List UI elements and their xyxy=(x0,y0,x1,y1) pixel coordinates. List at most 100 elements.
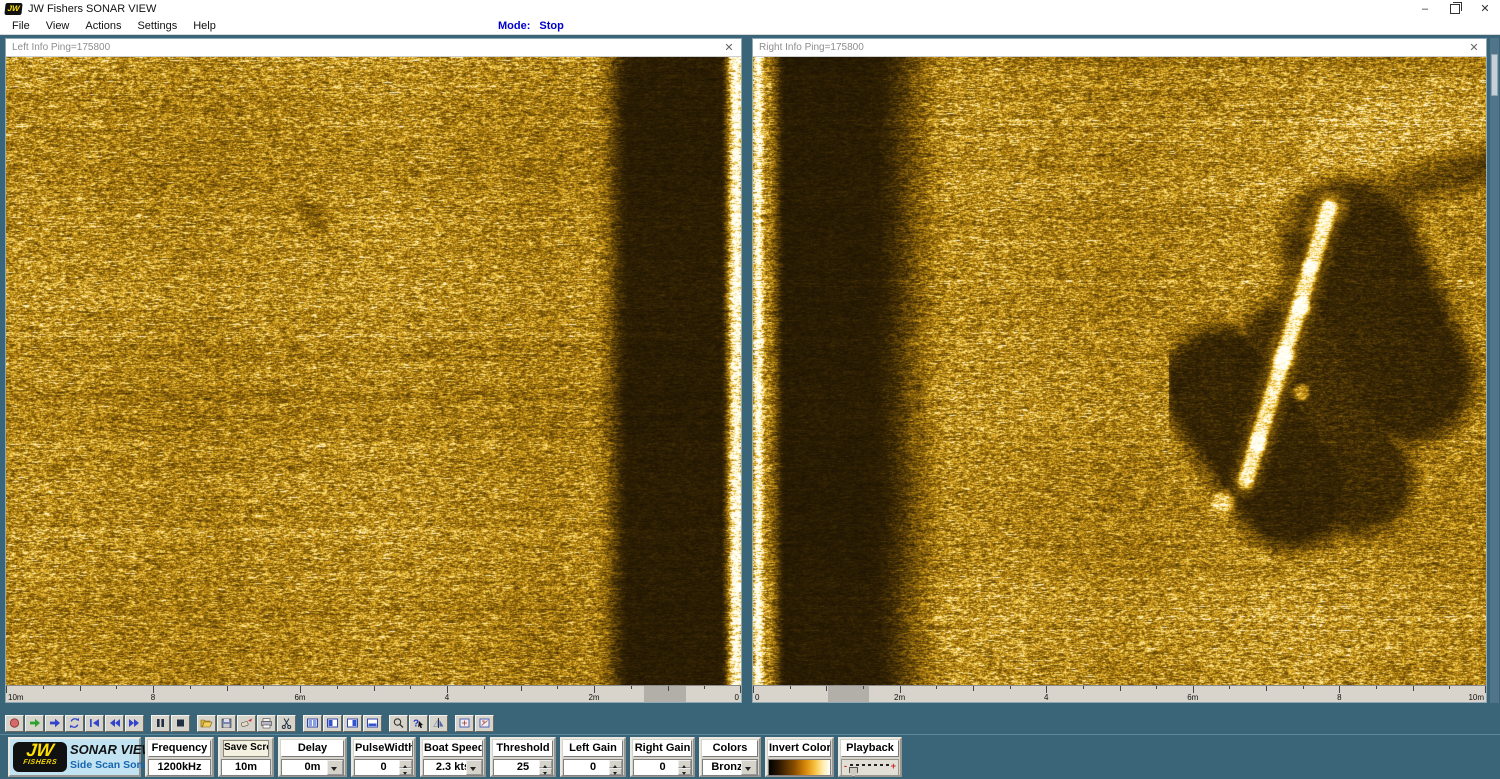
colors-dropdown-icon[interactable] xyxy=(741,760,757,775)
threshold-down-icon[interactable] xyxy=(539,768,552,776)
stop-button[interactable] xyxy=(171,715,190,732)
right-gain-down-icon[interactable] xyxy=(678,768,691,776)
ruler-tick xyxy=(1376,686,1377,689)
right-pane-icon xyxy=(346,717,359,729)
scrollbar-thumb[interactable] xyxy=(1491,54,1498,96)
skip-start-button[interactable] xyxy=(85,715,104,732)
ruler-tick xyxy=(410,686,411,689)
ruler-tick xyxy=(973,686,974,691)
delay-dropdown-icon[interactable] xyxy=(327,760,343,775)
mode-value: Stop xyxy=(539,20,563,32)
menu-help[interactable]: Help xyxy=(185,18,224,34)
forward-button[interactable] xyxy=(45,715,64,732)
cut-button[interactable] xyxy=(277,715,296,732)
mode-label: Mode: xyxy=(498,20,530,32)
jw-fishers-logo: JW FISHERS xyxy=(13,742,67,772)
restore-button[interactable] xyxy=(1440,0,1470,18)
playback-slider-thumb[interactable] xyxy=(849,767,858,777)
pause-button[interactable] xyxy=(151,715,170,732)
right-sonar-canvas[interactable] xyxy=(753,57,1486,685)
menu-file[interactable]: File xyxy=(4,18,38,34)
ruler-tick xyxy=(1339,686,1340,693)
colors-select[interactable]: Bronze xyxy=(702,759,758,776)
menu-view[interactable]: View xyxy=(38,18,78,34)
ruler-tick xyxy=(1449,686,1450,689)
delay-select[interactable]: 0m xyxy=(281,759,344,776)
threshold-stepper[interactable]: 25 xyxy=(493,759,553,776)
right-gain-label: Right Gain xyxy=(633,740,692,757)
rewind-button[interactable] xyxy=(105,715,124,732)
target-box-button[interactable] xyxy=(455,715,474,732)
ruler-tick xyxy=(900,686,901,693)
pulsewidth-up-icon[interactable] xyxy=(399,760,412,768)
play-button[interactable] xyxy=(25,715,44,732)
right-gain-up-icon[interactable] xyxy=(678,760,691,768)
boat-speed-select[interactable]: 2.3 kts xyxy=(423,759,483,776)
save-screen-button[interactable]: Save Screen xyxy=(223,740,269,757)
right-panel-close-icon[interactable]: ✕ xyxy=(1467,41,1481,54)
left-sonar-canvas[interactable] xyxy=(6,57,741,685)
pulsewidth-down-icon[interactable] xyxy=(399,768,412,776)
left-panel-close-icon[interactable]: ✕ xyxy=(722,41,736,54)
right-pane-button[interactable] xyxy=(343,715,362,732)
pause-icon xyxy=(154,717,167,729)
ruler-tick xyxy=(1010,686,1011,689)
split-view-button[interactable] xyxy=(303,715,322,732)
logo-fishers-text: FISHERS xyxy=(12,759,67,767)
threshold-group: Threshold 25 xyxy=(490,737,556,777)
brand-text: SONAR VIEW Side Scan Sonar xyxy=(70,743,136,771)
ruler-tick xyxy=(484,686,485,689)
ruler-label: 10m xyxy=(8,693,24,702)
delay-label: Delay xyxy=(281,740,344,757)
vertical-scrollbar[interactable] xyxy=(1490,38,1499,703)
boat-speed-group: Boat Speed 2.3 kts xyxy=(420,737,486,777)
right-panel-title: Right Info Ping=175800 xyxy=(759,42,864,53)
threshold-up-icon[interactable] xyxy=(539,760,552,768)
left-gain-down-icon[interactable] xyxy=(609,768,622,776)
left-gain-group: Left Gain 0 xyxy=(560,737,626,777)
open-folder-icon xyxy=(200,717,213,729)
left-gain-up-icon[interactable] xyxy=(609,760,622,768)
close-button[interactable]: ✕ xyxy=(1470,0,1500,18)
menu-actions[interactable]: Actions xyxy=(77,18,129,34)
left-pane-button[interactable] xyxy=(323,715,342,732)
ruler-tick xyxy=(1156,686,1157,689)
color-gradient-swatch xyxy=(768,759,831,776)
record-icon xyxy=(8,717,21,729)
window-controls: – ✕ xyxy=(1410,0,1500,18)
zoom-button[interactable] xyxy=(389,715,408,732)
svg-text:?: ? xyxy=(413,719,419,730)
save-file-button[interactable] xyxy=(217,715,236,732)
ruler-tick xyxy=(337,686,338,689)
ruler-label: 4 xyxy=(1044,693,1048,702)
boat-speed-dropdown-icon[interactable] xyxy=(466,760,482,775)
record-button[interactable] xyxy=(5,715,24,732)
open-file-button[interactable] xyxy=(197,715,216,732)
bottom-pane-button[interactable] xyxy=(363,715,382,732)
playback-slider[interactable]: - + xyxy=(841,759,899,776)
mirror-view-button[interactable] xyxy=(429,715,448,732)
minimize-button[interactable]: – xyxy=(1410,0,1440,18)
right-gain-stepper[interactable]: 0 xyxy=(633,759,692,776)
pulsewidth-stepper[interactable]: 0 xyxy=(354,759,413,776)
ruler-label: 0 xyxy=(755,693,759,702)
print-button[interactable] xyxy=(257,715,276,732)
playback-group: Playback - + xyxy=(838,737,902,777)
target-box-alt-button[interactable] xyxy=(475,715,494,732)
boat-speed-label: Boat Speed xyxy=(423,740,483,757)
playback-slider-track xyxy=(850,764,889,766)
invert-color-button[interactable]: Invert Color xyxy=(768,740,831,757)
ruler-tick xyxy=(1120,686,1121,691)
help-pointer-button[interactable]: ? xyxy=(409,715,428,732)
left-gain-stepper[interactable]: 0 xyxy=(563,759,623,776)
left-gain-label: Left Gain xyxy=(563,740,623,757)
fast-forward-button[interactable] xyxy=(125,715,144,732)
left-panel-header: Left Info Ping=175800 ✕ xyxy=(6,39,741,57)
playback-minus: - xyxy=(844,761,847,771)
ruler-tick xyxy=(1083,686,1084,689)
clear-screen-button[interactable] xyxy=(237,715,256,732)
frequency-label: Frequency xyxy=(148,740,211,757)
playback-button[interactable]: Playback xyxy=(841,740,899,757)
refresh-button[interactable] xyxy=(65,715,84,732)
menu-settings[interactable]: Settings xyxy=(129,18,185,34)
